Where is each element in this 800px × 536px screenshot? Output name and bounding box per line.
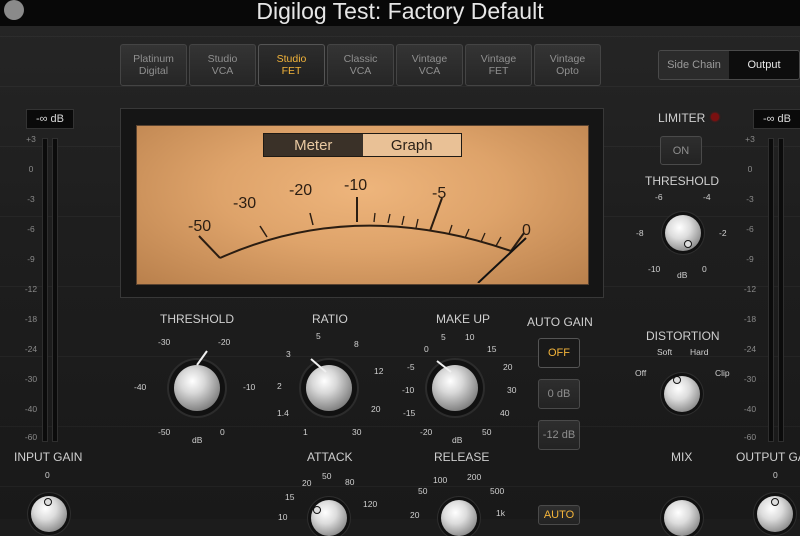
knob-pointers [196,350,452,373]
distortion-knob-dot [673,376,681,384]
threshold-pointer [196,350,208,366]
ratio-pointer [310,358,327,373]
attack-knob-dot [313,506,321,514]
makeup-pointer [436,360,452,373]
limiter-threshold-knob-dot [684,240,692,248]
output-gain-knob-dot [771,498,779,506]
input-gain-knob-dot [44,498,52,506]
